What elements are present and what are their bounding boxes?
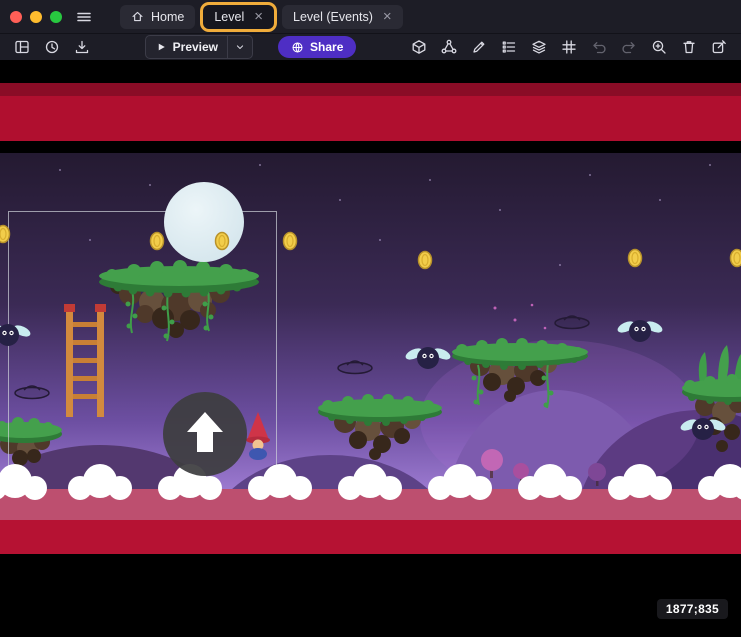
clouds <box>0 464 741 500</box>
coin[interactable] <box>731 250 741 267</box>
object-groups-icon <box>441 39 457 55</box>
globe-icon <box>291 41 304 54</box>
share-label: Share <box>310 40 343 54</box>
undo-button[interactable] <box>587 36 611 58</box>
toolbar-right-group <box>407 36 731 58</box>
zoom-in-icon <box>651 39 667 55</box>
scene-editor-canvas[interactable]: 1877;835 <box>0 60 741 637</box>
coin[interactable] <box>284 233 297 250</box>
scene-toolbar: Preview Share <box>0 33 741 60</box>
play-icon <box>155 41 167 53</box>
zoom-in-button[interactable] <box>647 36 671 58</box>
tab-level[interactable]: Level × <box>203 5 274 29</box>
preview-options-button[interactable] <box>228 36 252 58</box>
objects-editor-button[interactable] <box>407 36 431 58</box>
bottom-black <box>0 554 741 637</box>
chevron-down-icon <box>234 41 246 53</box>
close-tab-icon[interactable]: × <box>383 9 392 24</box>
main-menu-button[interactable] <box>72 6 96 28</box>
preview-button[interactable]: Preview <box>146 36 227 58</box>
close-window-button[interactable] <box>10 11 22 23</box>
zoom-window-button[interactable] <box>50 11 62 23</box>
cursor-coordinates-badge: 1877;835 <box>657 599 728 619</box>
tab-label: Level (Events) <box>293 10 373 24</box>
share-button[interactable]: Share <box>278 36 356 58</box>
grid-icon <box>561 39 577 55</box>
tab-level-events[interactable]: Level (Events) × <box>282 5 403 29</box>
gdevelop-window: Home Level × Level (Events) × <box>0 0 741 637</box>
game-scene[interactable] <box>0 60 741 637</box>
tab-bar: Home Level × Level (Events) × <box>120 5 403 29</box>
coin[interactable] <box>419 252 432 269</box>
objects-editor-icon <box>411 39 427 55</box>
touch-up-control[interactable] <box>163 392 247 476</box>
instances-list-button[interactable] <box>497 36 521 58</box>
delete-icon <box>681 39 697 55</box>
undo-icon <box>591 39 607 55</box>
traffic-lights <box>10 11 62 23</box>
toolbar-left-group <box>10 36 94 58</box>
delete-button[interactable] <box>677 36 701 58</box>
layers-button[interactable] <box>527 36 551 58</box>
coin[interactable] <box>216 233 229 250</box>
coin[interactable] <box>0 226 10 243</box>
layers-icon <box>531 39 547 55</box>
grid-button[interactable] <box>557 36 581 58</box>
moon[interactable] <box>164 182 244 262</box>
tab-label: Level <box>214 10 244 24</box>
tab-home[interactable]: Home <box>120 5 195 29</box>
object-groups-button[interactable] <box>437 36 461 58</box>
titlebar: Home Level × Level (Events) × <box>0 0 741 33</box>
history-button[interactable] <box>40 36 64 58</box>
minimize-window-button[interactable] <box>30 11 42 23</box>
edit-object-icon <box>471 39 487 55</box>
preview-label: Preview <box>173 40 218 54</box>
close-tab-icon[interactable]: × <box>254 9 263 24</box>
hamburger-icon <box>76 9 92 25</box>
edit-scene-button[interactable] <box>707 36 731 58</box>
edit-object-button[interactable] <box>467 36 491 58</box>
redo-icon <box>621 39 637 55</box>
save-button[interactable] <box>70 36 94 58</box>
tab-label: Home <box>151 10 184 24</box>
save-icon <box>74 39 90 55</box>
panels-button[interactable] <box>10 36 34 58</box>
preview-button-group: Preview <box>145 35 253 59</box>
coin[interactable] <box>151 233 164 250</box>
top-banner <box>0 83 741 141</box>
edit-scene-icon <box>711 39 727 55</box>
ground-red-band <box>0 520 741 554</box>
home-icon <box>131 10 144 23</box>
history-icon <box>44 39 60 55</box>
instances-list-icon <box>501 39 517 55</box>
redo-button[interactable] <box>617 36 641 58</box>
coin[interactable] <box>629 250 642 267</box>
panels-icon <box>14 39 30 55</box>
